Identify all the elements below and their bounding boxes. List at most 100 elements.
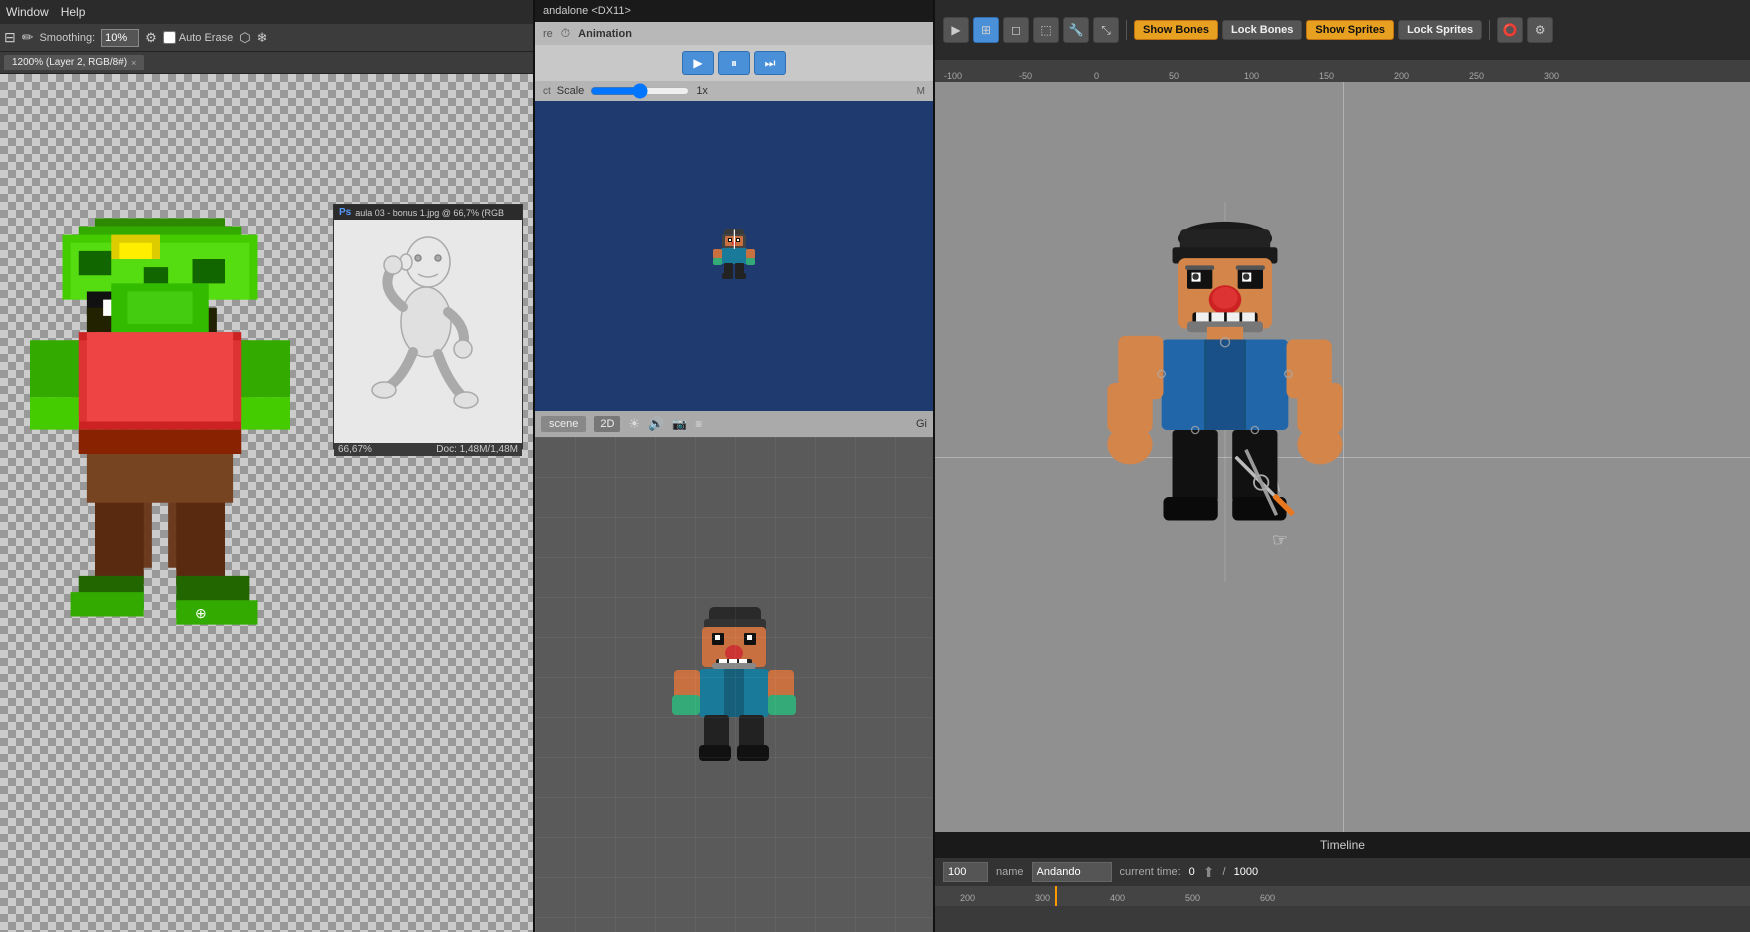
game-viewport: │ [535,101,933,411]
tool-btn-4[interactable]: ⬚ [1033,17,1059,43]
extra-icon[interactable]: ≡ [695,417,702,431]
tool-btn-5[interactable]: 🔧 [1063,17,1089,43]
timeline-header: Timeline [935,832,1750,858]
anim-scale-row: ct Scale 1x M [535,81,933,101]
scale-value: 1x [696,85,708,97]
play-icon: ▶ [693,56,702,70]
tool-btn-2[interactable]: ⊞ [973,17,999,43]
ruler-500: 500 [1185,893,1200,903]
ct-label: ct [543,86,551,97]
spine-character-full-svg: ☞ [1085,202,1365,582]
time-spinner[interactable]: ⬆ [1203,864,1215,881]
timeline-title: Timeline [1320,838,1365,852]
extra-btn-2[interactable]: ⚙ [1527,17,1553,43]
ruler-300: 300 [1035,893,1050,903]
ruler-200: 200 [960,893,975,903]
separator [1126,20,1127,40]
show-sprites-btn[interactable]: Show Sprites [1306,20,1394,40]
timeline-controls: name current time: 0 ⬆ / 1000 [935,858,1750,886]
ref-doc: Doc: 1,48M/1,48M [436,444,518,455]
move-cursor-indicator: ⊕ [195,605,207,622]
camera-icon[interactable]: 📷 [672,417,687,431]
play-button[interactable]: ▶ [682,51,714,75]
smoothing-input[interactable] [101,29,139,47]
tab-close[interactable]: × [131,58,136,68]
reference-header: Ps aula 03 - bonus 1.jpg @ 66,7% (RGB [334,205,522,220]
extra-tool-2[interactable]: ❄ [257,30,268,46]
divider: / [1223,866,1226,878]
extra-btn-1[interactable]: ⭕ [1497,17,1523,43]
timeline-playhead[interactable] [1055,886,1057,906]
show-bones-btn[interactable]: Show Bones [1134,20,1218,40]
timeline-ruler: 200 300 400 500 600 [935,886,1750,906]
spine-character-container: ☞ [1085,202,1365,585]
menu-help[interactable]: Help [61,5,86,19]
center-panel: andalone <DX11> re ⏱ Animation ▶ ⏸ ⏭ ct … [535,0,935,932]
ruler-mark-250: 250 [1469,71,1484,81]
sun-icon[interactable]: ☀ [628,416,640,432]
anim-header: re ⏱ Animation [535,22,933,45]
name-label: name [996,866,1024,878]
auto-erase-label: Auto Erase [163,31,233,44]
tool-btn-3[interactable]: ◻ [1003,17,1029,43]
pause-button[interactable]: ⏸ [718,51,750,75]
next-button[interactable]: ⏭ [754,51,786,75]
spine-toolbar: ▶ ⊞ ◻ ⬚ 🔧 ⤡ Show Bones Lock Bones Show S… [935,0,1750,60]
pixel-character [30,174,290,737]
spine-viewport: ☞ [935,82,1750,832]
reference-footer: 66,67% Doc: 1,48M/1,48M [334,443,522,456]
tool-btn-6[interactable]: ⤡ [1093,17,1119,43]
auto-erase-checkbox[interactable] [163,31,176,44]
ref-zoom: 66,67% [338,444,372,455]
anim-controls: ▶ ⏸ ⏭ [535,45,933,81]
scale-label: Scale [557,85,585,97]
scene-bottom-bar: scene 2D ☀ 🔊 📷 ≡ Gi [535,411,933,437]
ruler-mark-300: 300 [1544,71,1559,81]
ruler-mark-neg100: -100 [944,71,962,81]
current-time-label: current time: [1120,866,1181,878]
brush-icon[interactable]: ✏ [22,29,34,46]
pixel-art-svg [30,174,290,734]
lock-sprites-btn[interactable]: Lock Sprites [1398,20,1482,40]
toggle-icon[interactable]: ⊟ [4,29,16,46]
pause-icon: ⏸ [731,56,737,71]
grid-overlay [535,437,933,932]
tool-btn-1[interactable]: ▶ [943,17,969,43]
animation-label: Animation [578,28,632,40]
menu-window[interactable]: Window [6,5,49,19]
view-2d-btn[interactable]: 2D [594,416,620,432]
layer-tab[interactable]: 1200% (Layer 2, RGB/8#) × [4,55,144,70]
lock-bones-btn[interactable]: Lock Bones [1222,20,1302,40]
scale-slider[interactable] [590,83,690,99]
gi-label: Gi [916,418,927,430]
m-label: M [917,86,925,97]
audio-icon[interactable]: 🔊 [648,416,664,432]
ps-icon: Ps [339,207,351,218]
reference-box: Ps aula 03 - bonus 1.jpg @ 66,7% (RGB [333,204,523,449]
menu-bar: Window Help [0,0,533,24]
ruler-mark-0: 0 [1094,71,1099,81]
ruler-mark-neg50: -50 [1019,71,1032,81]
current-time-value: 0 [1189,866,1195,878]
right-panel: ▶ ⊞ ◻ ⬚ 🔧 ⤡ Show Bones Lock Bones Show S… [935,0,1750,932]
ruler-mark-150: 150 [1319,71,1334,81]
ruler-600: 600 [1260,893,1275,903]
extra-tool-1[interactable]: ⬡ [239,30,250,46]
canvas-area: Ps aula 03 - bonus 1.jpg @ 66,7% (RGB [0,74,533,932]
center-top-bar: andalone <DX11> [535,0,933,22]
spine-ruler: -100 -50 0 50 100 150 200 250 300 [935,60,1750,82]
anim-name-input[interactable] [1032,862,1112,882]
settings-icon[interactable]: ⚙ [145,30,157,46]
frame-input[interactable] [943,862,988,882]
ruler-400: 400 [1110,893,1125,903]
ruler-mark-100: 100 [1244,71,1259,81]
cursor-indicator: │ [730,231,740,249]
anim-re-label: re [543,28,553,40]
anim-clock-icon: ⏱ [561,26,570,41]
timeline-panel: Timeline name current time: 0 ⬆ / 1000 2… [935,832,1750,932]
app-title: andalone <DX11> [543,5,631,17]
scene-tab[interactable]: scene [541,416,586,432]
end-time: 1000 [1234,866,1258,878]
left-panel: Window Help ⊟ ✏ Smoothing: ⚙ Auto Erase … [0,0,535,932]
sketch-svg [348,232,508,432]
